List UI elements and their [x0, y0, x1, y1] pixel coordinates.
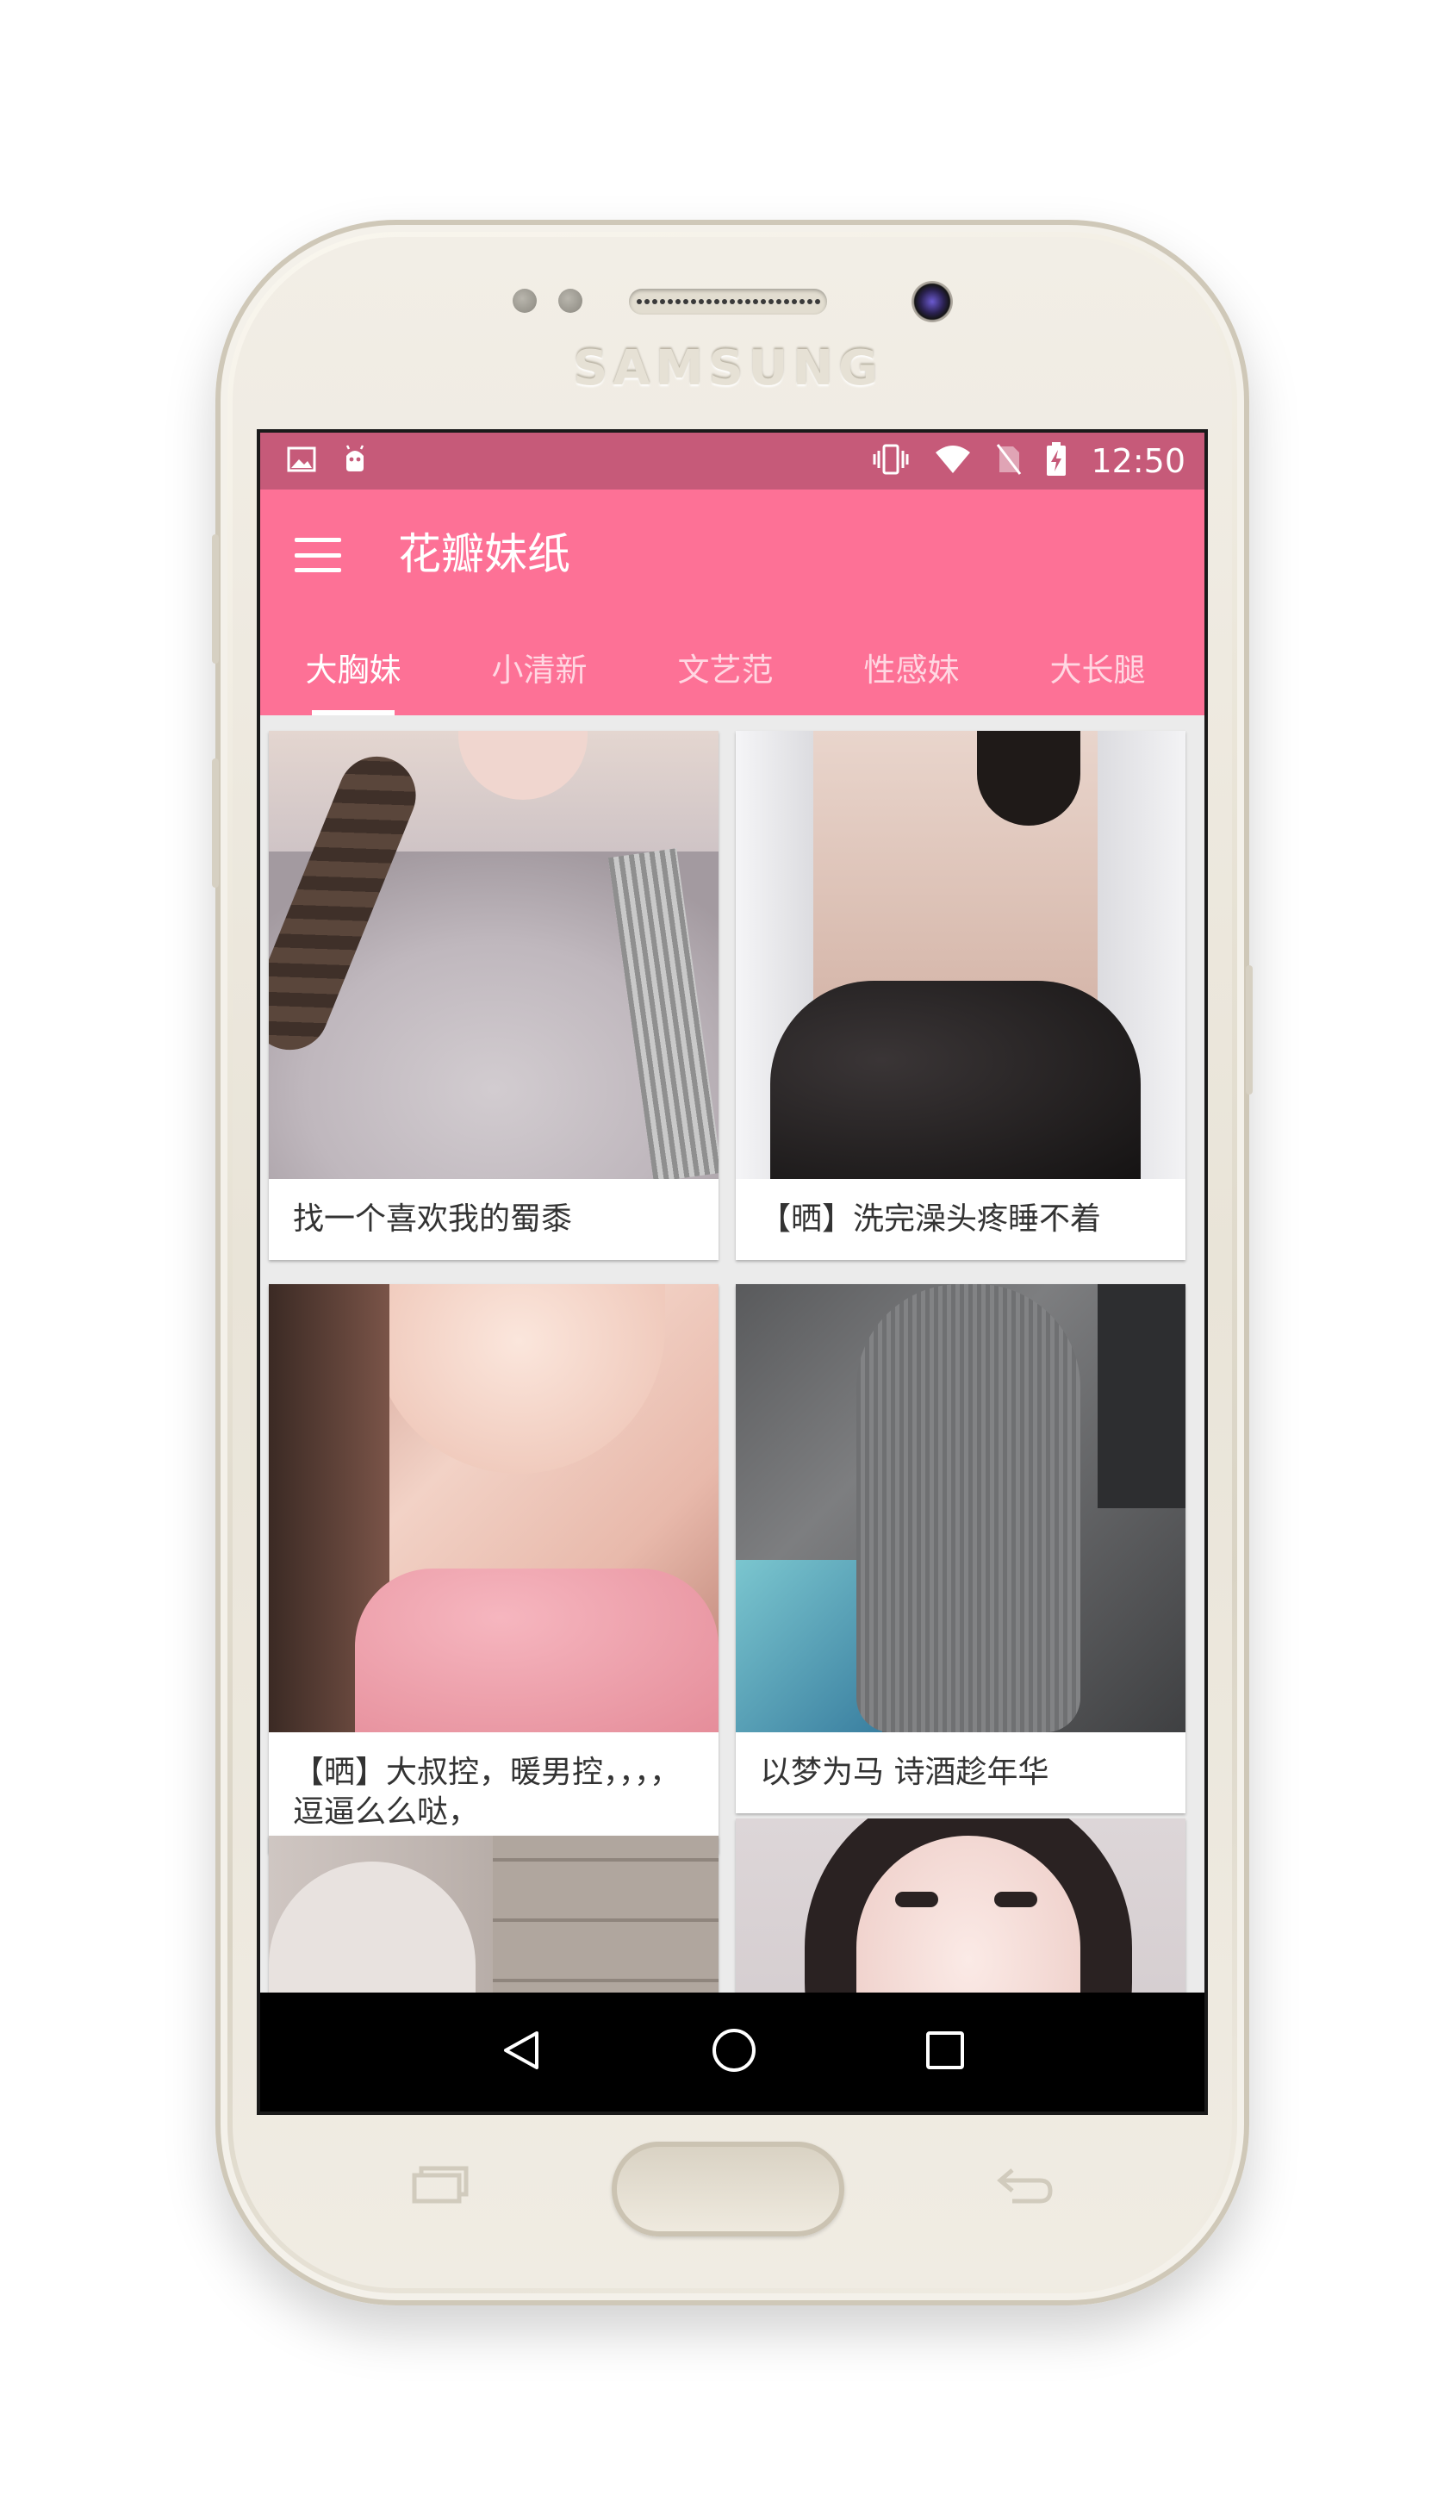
status-bar: 12:50: [260, 433, 1204, 490]
no-sim-icon: [996, 443, 1022, 479]
home-icon[interactable]: [710, 2026, 758, 2078]
front-camera: [912, 281, 953, 322]
wifi-icon: [934, 444, 972, 478]
image-notification-icon: [286, 446, 317, 477]
light-sensor: [558, 289, 582, 313]
photo-image: [736, 731, 1185, 1179]
volume-button: [212, 758, 219, 888]
category-tabs: 大胸妹 小清新 文艺范 性感妹 大长腿: [260, 636, 1204, 715]
screen: 12:50 花瓣妹纸 大胸妹 小清新 文艺范 性感妹 大长腿 找一个喜欢我的蜀黍: [257, 429, 1208, 2115]
navigation-bar: [260, 1993, 1204, 2111]
battery-charging-icon: [1046, 442, 1067, 480]
tab-wen-yi-fan[interactable]: 文艺范: [632, 636, 818, 715]
back-icon[interactable]: [499, 2028, 544, 2076]
tab-da-xiong-mei[interactable]: 大胸妹: [260, 636, 446, 715]
proximity-sensor: [513, 289, 537, 313]
vibrate-icon: [872, 443, 910, 479]
brand-logo: SAMSUNG: [572, 340, 884, 396]
power-button: [1246, 965, 1253, 1095]
photo-card-title: 找一个喜欢我的蜀黍: [293, 1201, 573, 1237]
photo-card-title: 以梦为马 诗酒趁年华: [760, 1755, 1049, 1790]
recents-icon[interactable]: [924, 2030, 966, 2074]
photo-image: [269, 1284, 719, 1732]
tab-da-chang-tui[interactable]: 大长腿: [1005, 636, 1191, 715]
app-bar: 花瓣妹纸 大胸妹 小清新 文艺范 性感妹 大长腿: [260, 490, 1204, 715]
photo-card-title: 【晒】大叔控，暖男控，，，，逗逼么么哒，: [293, 1755, 681, 1830]
status-time: 12:50: [1091, 442, 1185, 480]
tab-xiao-qing-xin[interactable]: 小清新: [446, 636, 632, 715]
home-hardware-button[interactable]: [612, 2142, 844, 2236]
photo-card-title: 【晒】洗完澡头疼睡不着: [760, 1201, 1102, 1237]
photo-image: [736, 1284, 1185, 1732]
hamburger-menu-icon[interactable]: [295, 534, 341, 576]
volume-button: [212, 534, 219, 664]
photo-card[interactable]: 【晒】大叔控，暖男控，，，，逗逼么么哒，: [269, 1284, 719, 1853]
earpiece-speaker: [629, 289, 827, 315]
app-title: 花瓣妹纸: [398, 529, 570, 579]
tab-xing-gan-mei[interactable]: 性感妹: [818, 636, 1005, 715]
photo-card[interactable]: 【晒】洗完澡头疼睡不着: [736, 731, 1185, 1260]
photo-card[interactable]: 以梦为马 诗酒趁年华: [736, 1284, 1185, 1813]
photo-image: [269, 731, 719, 1179]
android-notification-icon: [339, 444, 370, 478]
recent-apps-key-icon[interactable]: [409, 2163, 470, 2206]
photo-card[interactable]: 找一个喜欢我的蜀黍: [269, 731, 719, 1260]
back-key-icon[interactable]: [995, 2163, 1055, 2206]
